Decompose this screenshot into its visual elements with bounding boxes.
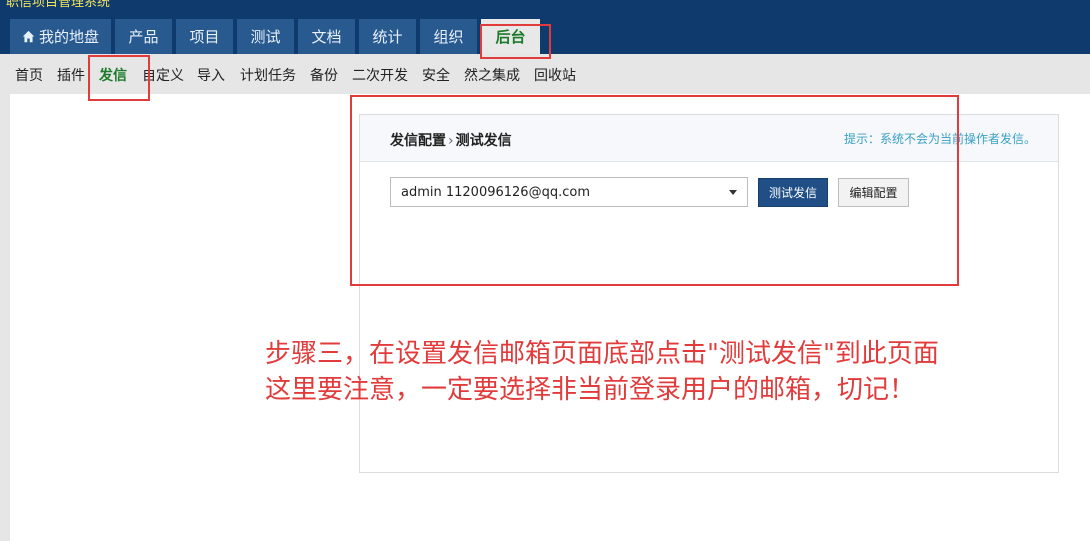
nav-tab-report[interactable]: 统计 xyxy=(359,19,416,54)
panel-header: 发信配置 › 测试发信 提示：系统不会为当前操作者发信。 xyxy=(360,115,1058,162)
subnav-trash[interactable]: 回收站 xyxy=(534,65,576,85)
app-title: 职信项目管理系统 xyxy=(6,0,111,10)
annotation-line-1: 步骤三，在设置发信邮箱页面底部点击"测试发信"到此页面 xyxy=(265,339,939,369)
nav-tab-label: 文档 xyxy=(311,28,342,46)
nav-tab-label: 统计 xyxy=(372,28,403,46)
caret-down-icon xyxy=(729,190,737,195)
subnav-custom[interactable]: 自定义 xyxy=(142,65,184,85)
nav-tab-label: 产品 xyxy=(128,28,159,46)
nav-tab-label: 后台 xyxy=(495,28,526,46)
top-header: 职信项目管理系统 我的地盘 产品 项目 测试 文档 统计 组织 后台 xyxy=(0,0,1090,54)
test-send-button[interactable]: 测试发信 xyxy=(758,178,828,207)
subnav-dev[interactable]: 二次开发 xyxy=(352,65,408,85)
test-mail-panel: 发信配置 › 测试发信 提示：系统不会为当前操作者发信。 admin 1120096… xyxy=(359,114,1059,473)
sub-nav: 首页 插件 发信 自定义 导入 计划任务 备份 二次开发 安全 然之集成 回收站 xyxy=(0,54,1090,94)
instruction-annotation: 步骤三，在设置发信邮箱页面底部点击"测试发信"到此页面 这里要注意，一定要选择非… xyxy=(265,336,939,408)
breadcrumb: 发信配置 › 测试发信 xyxy=(390,130,512,150)
recipient-select[interactable]: admin 1120096126@qq.com xyxy=(390,177,748,207)
nav-tab-label: 组织 xyxy=(433,28,464,46)
subnav-backup[interactable]: 备份 xyxy=(310,65,338,85)
subnav-ranzhi[interactable]: 然之集成 xyxy=(464,65,520,85)
nav-tab-label: 项目 xyxy=(189,28,220,46)
subnav-extension[interactable]: 插件 xyxy=(57,65,85,85)
breadcrumb-current: 测试发信 xyxy=(455,133,512,149)
recipient-select-value: admin 1120096126@qq.com xyxy=(401,185,590,200)
subnav-mail[interactable]: 发信 xyxy=(99,65,127,85)
nav-tab-doc[interactable]: 文档 xyxy=(298,19,355,54)
subnav-cron[interactable]: 计划任务 xyxy=(240,65,296,85)
subnav-convert[interactable]: 导入 xyxy=(197,65,225,85)
nav-tab-label: 我的地盘 xyxy=(38,28,99,46)
nav-tab-project[interactable]: 项目 xyxy=(176,19,233,54)
panel-tip: 提示：系统不会为当前操作者发信。 xyxy=(843,132,1036,146)
home-icon xyxy=(22,30,35,43)
nav-tab-test[interactable]: 测试 xyxy=(237,19,294,54)
subnav-security[interactable]: 安全 xyxy=(422,65,450,85)
nav-tab-product[interactable]: 产品 xyxy=(115,19,172,54)
subnav-home[interactable]: 首页 xyxy=(15,65,43,85)
edit-config-button[interactable]: 编辑配置 xyxy=(838,178,909,207)
nav-tab-my-dashboard[interactable]: 我的地盘 xyxy=(10,19,111,54)
nav-tab-label: 测试 xyxy=(250,28,281,46)
breadcrumb-separator: › xyxy=(448,133,454,149)
nav-tab-company[interactable]: 组织 xyxy=(420,19,477,54)
left-gutter xyxy=(0,94,10,541)
annotation-line-2: 这里要注意，一定要选择非当前登录用户的邮箱，切记！ xyxy=(265,375,916,405)
main-nav: 我的地盘 产品 项目 测试 文档 统计 组织 后台 xyxy=(10,19,540,54)
nav-tab-admin[interactable]: 后台 xyxy=(481,19,540,54)
breadcrumb-parent[interactable]: 发信配置 xyxy=(390,133,446,149)
